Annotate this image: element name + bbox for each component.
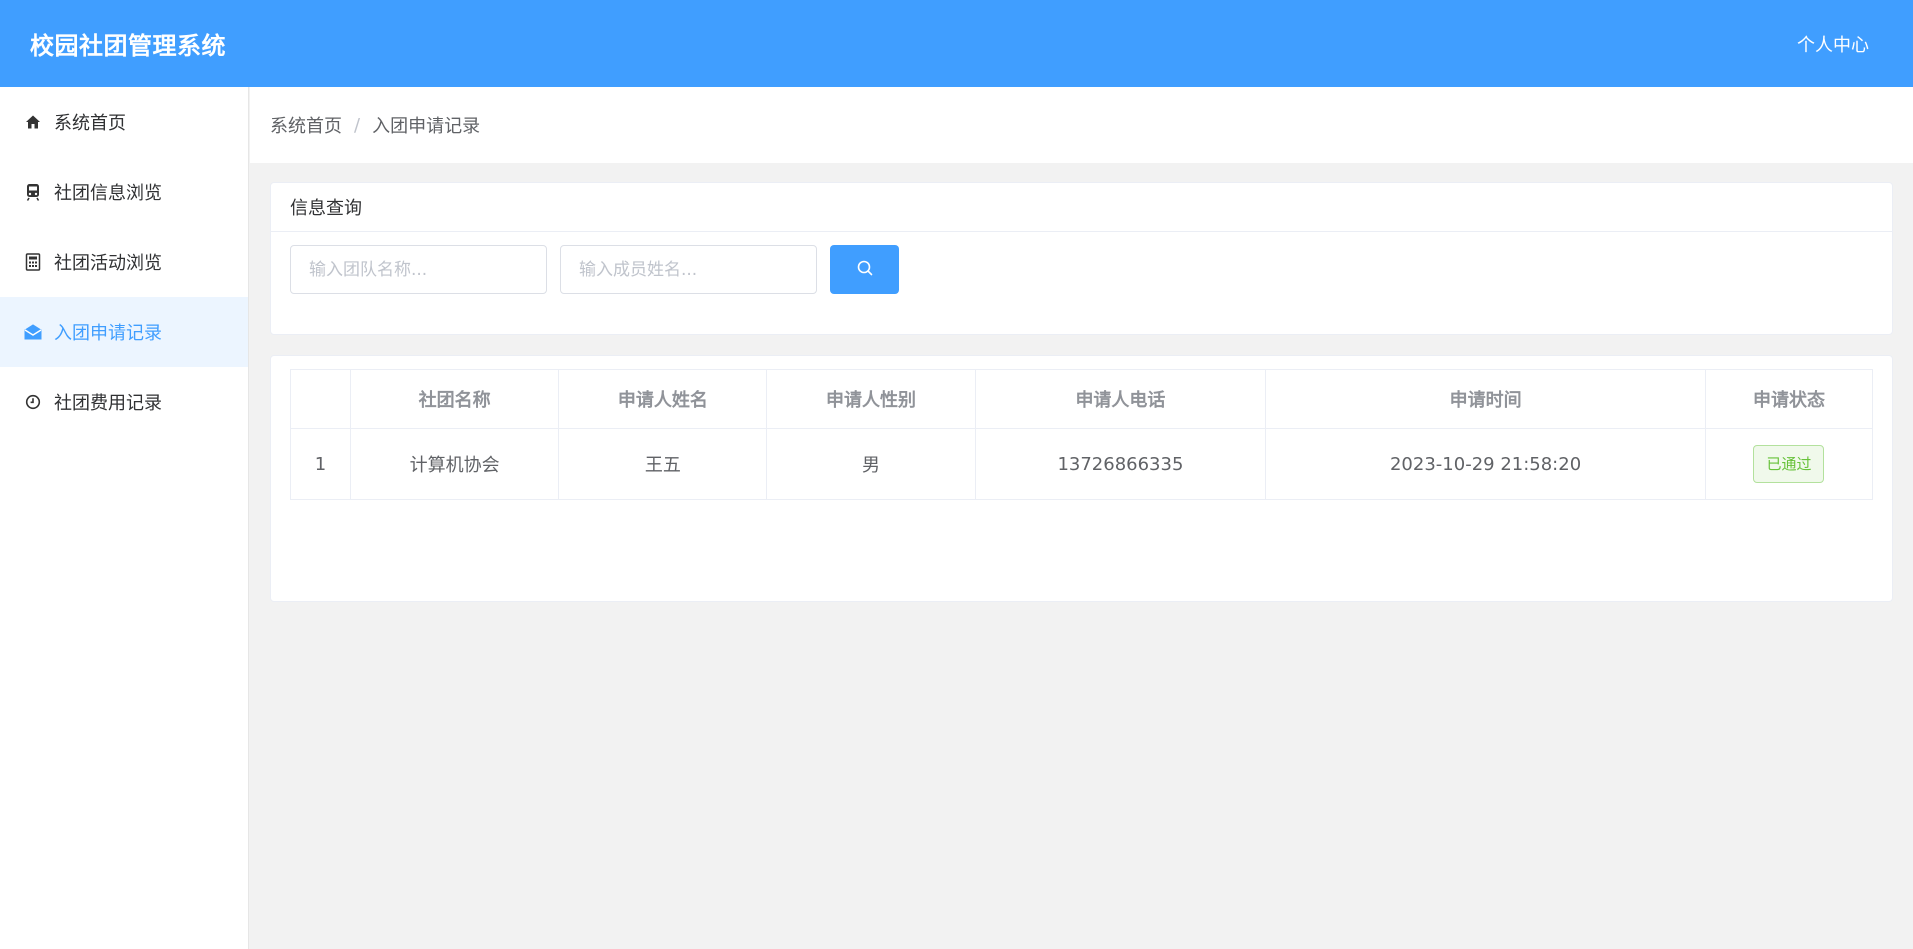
applications-table: 社团名称 申请人姓名 申请人性别 申请人电话 申请时间 申请状态 1 计算机协会… [290,369,1874,500]
breadcrumb: 系统首页 / 入团申请记录 [250,87,1913,163]
main-content: 系统首页 / 入团申请记录 信息查询 社团名称 申请人姓名 申请人性别 [250,87,1913,949]
cell-index: 1 [290,428,351,500]
cell-applicant-name: 王五 [558,428,768,500]
cell-applicant-phone: 13726866335 [974,428,1267,500]
status-badge: 已通过 [1753,445,1825,483]
breadcrumb-home[interactable]: 系统首页 [270,112,342,138]
envelope-open-icon [24,323,42,341]
cell-applicant-gender: 男 [766,428,976,500]
table-header-row: 社团名称 申请人姓名 申请人性别 申请人电话 申请时间 申请状态 [290,369,1874,429]
sidebar-item-club-fees[interactable]: 社团费用记录 [0,367,248,437]
table-card: 社团名称 申请人姓名 申请人性别 申请人电话 申请时间 申请状态 1 计算机协会… [270,355,1893,602]
cell-apply-status: 已通过 [1704,428,1874,500]
search-card-title: 信息查询 [271,183,1892,232]
search-row [271,232,1892,307]
sidebar-item-label: 入团申请记录 [54,323,162,344]
user-center-link[interactable]: 个人中心 [1797,31,1869,57]
sidebar-item-home[interactable]: 系统首页 [0,87,248,157]
cell-club-name: 计算机协会 [349,428,560,500]
cell-apply-time: 2023-10-29 21:58:20 [1265,428,1706,500]
sidebar-item-join-applications[interactable]: 入团申请记录 [0,297,248,367]
clock-icon [24,393,42,411]
app-title: 校园社团管理系统 [30,32,226,60]
team-name-input[interactable] [290,245,547,294]
col-applicant-gender: 申请人性别 [766,369,976,429]
search-button[interactable] [830,245,899,294]
col-club-name: 社团名称 [349,369,560,429]
col-apply-status: 申请状态 [1704,369,1874,429]
search-card: 信息查询 [270,182,1893,335]
train-icon [24,183,42,201]
breadcrumb-separator: / [354,114,361,136]
calculator-icon [24,253,42,271]
sidebar-item-label: 社团信息浏览 [54,183,162,204]
sidebar-item-label: 社团费用记录 [54,393,162,414]
sidebar: 系统首页 社团信息浏览 社团活动浏览 入团申请记录 社团费用记录 [0,87,249,949]
search-icon [856,259,874,280]
member-name-input[interactable] [560,245,817,294]
sidebar-item-club-activity[interactable]: 社团活动浏览 [0,227,248,297]
col-applicant-phone: 申请人电话 [974,369,1267,429]
sidebar-item-label: 系统首页 [54,113,126,134]
app-header: 校园社团管理系统 个人中心 [0,0,1913,87]
col-applicant-name: 申请人姓名 [558,369,768,429]
col-index [290,369,351,429]
col-apply-time: 申请时间 [1265,369,1706,429]
sidebar-item-club-info[interactable]: 社团信息浏览 [0,157,248,227]
sidebar-item-label: 社团活动浏览 [54,253,162,274]
home-icon [24,113,42,131]
breadcrumb-current: 入团申请记录 [372,116,481,137]
table-row: 1 计算机协会 王五 男 13726866335 2023-10-29 21:5… [290,428,1874,500]
